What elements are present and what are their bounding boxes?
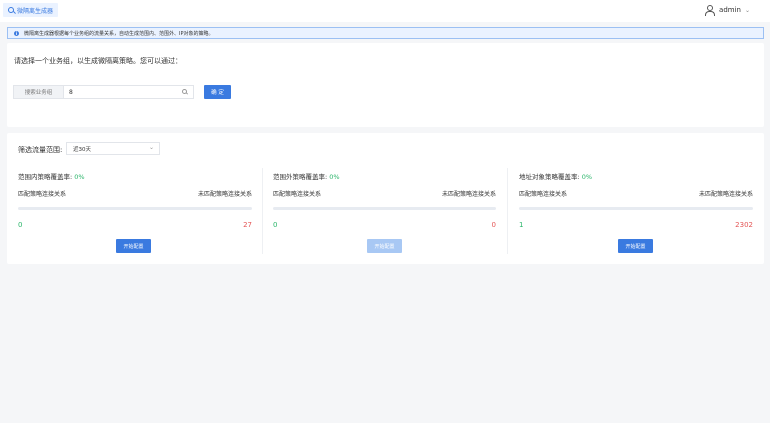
coverage-title: 范围外策略覆盖率: 0% — [273, 173, 340, 181]
coverage-progress-bar — [519, 207, 753, 210]
start-config-button[interactable]: 开始配置 — [367, 239, 402, 253]
filter-label: 筛选流量范围: — [18, 146, 63, 154]
matched-label: 匹配策略连接关系 — [18, 191, 67, 198]
in-scope-coverage-panel: 范围内策略覆盖率: 0% 匹配策略连接关系 未匹配策略连接关系 0 27 开始配… — [18, 165, 252, 257]
unmatched-count: 0 — [491, 221, 496, 229]
coverage-progress-bar — [18, 207, 252, 210]
coverage-percent: 0% — [329, 173, 340, 181]
coverage-progress-bar — [273, 207, 496, 210]
top-bar: 微隔离生成器 admin ⌄ — [0, 0, 770, 22]
user-menu[interactable]: admin ⌄ — [705, 5, 750, 16]
address-object-coverage-panel: 地址对象策略覆盖率: 0% 匹配策略连接关系 未匹配策略连接关系 1 2302 … — [519, 165, 753, 257]
start-config-button[interactable]: 开始配置 — [116, 239, 151, 253]
coverage-percent: 0% — [74, 173, 85, 181]
info-text: 微隔离生成器根据每个业务组的流量关系，自动生成范围内、范围外、IP对象的策略。 — [24, 30, 214, 37]
chevron-down-icon: ⌄ — [744, 6, 750, 14]
unmatched-label: 未匹配策略连接关系 — [698, 191, 753, 198]
search-icon[interactable] — [182, 89, 187, 94]
info-banner: i 微隔离生成器根据每个业务组的流量关系，自动生成范围内、范围外、IP对象的策略… — [7, 27, 764, 39]
out-of-scope-coverage-panel: 范围外策略覆盖率: 0% 匹配策略连接关系 未匹配策略连接关系 0 0 开始配置 — [273, 165, 496, 257]
coverage-title: 地址对象策略覆盖率: 0% — [519, 173, 593, 181]
business-group-search-input[interactable]: 8 — [63, 85, 194, 99]
column-divider — [507, 168, 508, 254]
column-divider — [262, 168, 263, 254]
tab-micro-segmentation-generator[interactable]: 微隔离生成器 — [3, 3, 59, 17]
search-icon — [8, 7, 14, 13]
unmatched-label: 未匹配策略连接关系 — [197, 191, 252, 198]
unmatched-label: 未匹配策略连接关系 — [441, 191, 496, 198]
start-config-button[interactable]: 开始配置 — [618, 239, 653, 253]
chevron-down-icon: ⌄ — [149, 144, 155, 151]
info-icon: i — [14, 30, 19, 36]
user-icon — [705, 5, 716, 16]
matched-count: 0 — [273, 221, 278, 229]
unmatched-count: 27 — [243, 221, 252, 229]
user-name: admin — [719, 6, 741, 14]
coverage-title: 范围内策略覆盖率: 0% — [18, 173, 85, 181]
search-label: 搜索业务组 — [13, 85, 63, 99]
coverage-percent: 0% — [581, 173, 593, 181]
selection-prompt: 请选择一个业务组，以生成微隔离策略。您可以通过： — [14, 57, 182, 65]
confirm-button[interactable]: 确 定 — [204, 85, 231, 99]
matched-label: 匹配策略连接关系 — [519, 191, 568, 198]
unmatched-count: 2302 — [735, 221, 753, 229]
matched-label: 匹配策略连接关系 — [273, 191, 322, 198]
matched-count: 1 — [519, 221, 524, 229]
tab-label: 微隔离生成器 — [17, 7, 54, 15]
matched-count: 0 — [18, 221, 23, 229]
traffic-range-select[interactable]: 近30天 — [66, 142, 160, 155]
